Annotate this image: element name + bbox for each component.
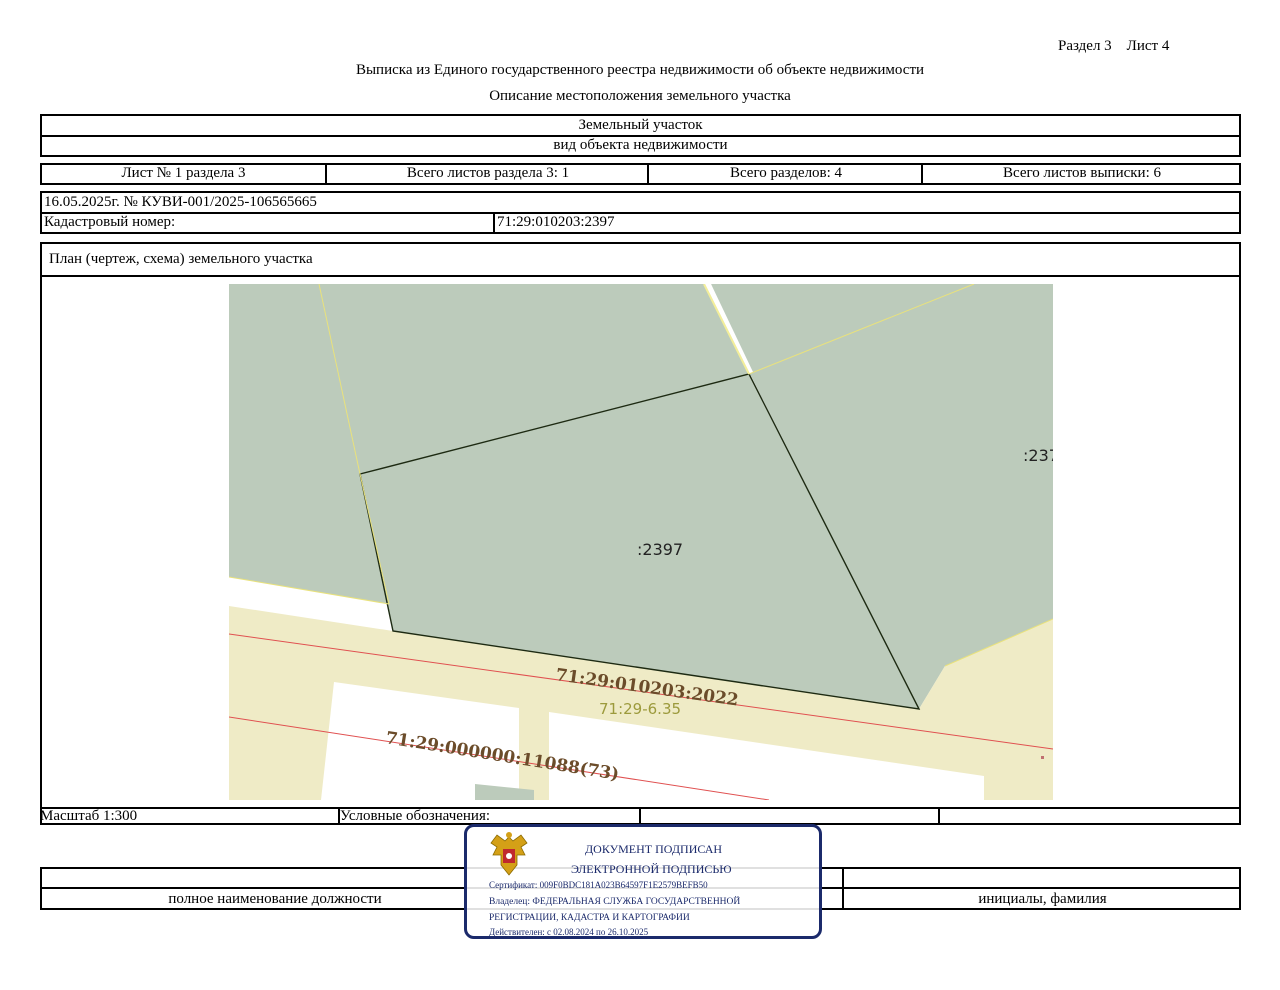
total-sections: Всего разделов: 4 (729, 165, 843, 181)
stamp-line1: ДОКУМЕНТ ПОДПИСАН (585, 842, 723, 856)
e-signature-stamp: ДОКУМЕНТ ПОДПИСАН ЭЛЕКТРОННОЙ ПОДПИСЬЮ С… (464, 824, 822, 939)
name-caption: инициалы, фамилия (978, 891, 1107, 907)
russian-eagle-emblem-icon (487, 831, 531, 884)
zone-label: 71:29-6.35 (599, 700, 681, 718)
section-sheet-label: Раздел 3 Лист 4 (1058, 38, 1170, 54)
position-caption: полное наименование должности (168, 891, 382, 907)
stamp-valid: Действителен: с 02.08.2024 по 26.10.2025 (489, 927, 649, 937)
plan-title: План (чертеж, схема) земельного участка (49, 251, 313, 267)
stamp-owner-line2: РЕГИСТРАЦИИ, КАДАСТРА И КАРТОГРАФИИ (489, 913, 690, 923)
document-title: Выписка из Единого государственного реес… (355, 62, 925, 78)
cadastral-number-label: Кадастровый номер: (44, 214, 176, 230)
cadastral-number-value: 71:29:010203:2397 (497, 214, 615, 230)
total-sheets-extract: Всего листов выписки: 6 (1003, 165, 1161, 181)
stamp-certificate: Сертификат: 009F0BDC181A023B64597F1E2579… (489, 880, 708, 890)
object-type: Земельный участок (578, 117, 703, 133)
object-type-caption: вид объекта недвижимости (553, 137, 728, 153)
stamp-line2: ЭЛЕКТРОННОЙ ПОДПИСЬЮ (571, 862, 732, 876)
record-date-number: 16.05.2025г. № КУВИ-001/2025-106565665 (44, 194, 317, 210)
neighbor-parcel-label: :237 (1023, 446, 1053, 465)
document-subtitle: Описание местоположения земельного участ… (489, 88, 791, 104)
stamp-owner-line1: Владелец: ФЕДЕРАЛЬНАЯ СЛУЖБА ГОСУДАРСТВЕ… (489, 897, 741, 907)
total-sheets-section: Всего листов раздела 3: 1 (406, 165, 570, 181)
scale-label: Масштаб 1:300 (40, 808, 138, 824)
cadastral-map: :2397 :237 71:29:010203:2022 71:29-6.35 … (229, 284, 1053, 800)
legend-label: Условные обозначения: (340, 808, 491, 824)
sheet-number: Лист № 1 раздела 3 (121, 165, 246, 181)
parcel-label: :2397 (637, 540, 683, 559)
